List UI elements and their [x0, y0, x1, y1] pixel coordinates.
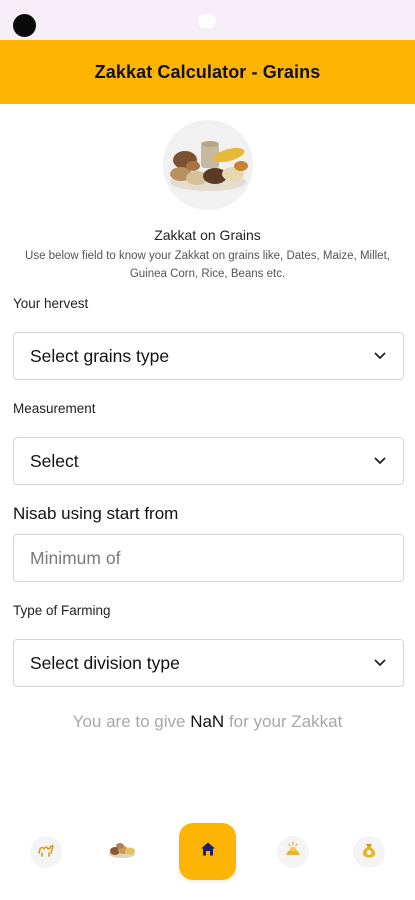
nisab-label: Nisab using start from — [13, 504, 179, 523]
status-bar — [0, 0, 415, 40]
nav-grains[interactable] — [106, 836, 138, 868]
measurement-value: Select — [30, 450, 79, 471]
measurement-select[interactable]: Select — [13, 437, 404, 485]
nav-gold[interactable] — [277, 836, 309, 868]
bottom-nav — [0, 820, 415, 886]
intro-description: Use below field to know your Zakkat on g… — [25, 250, 390, 280]
chevron-down-icon — [373, 454, 387, 468]
money-bag-icon — [359, 840, 379, 865]
grains-icon — [107, 840, 137, 865]
status-indicator — [198, 14, 216, 28]
page-title: Zakkat Calculator - Grains — [94, 61, 321, 82]
result-suffix: for your Zakkat — [228, 712, 343, 731]
grains-image — [163, 120, 253, 210]
intro-title: Zakkat on Grains — [154, 227, 261, 243]
camel-icon — [36, 840, 56, 865]
result-prefix: You are to give — [72, 712, 186, 731]
nisab-placeholder: Minimum of — [30, 547, 121, 568]
nav-money[interactable] — [353, 836, 385, 868]
grains-type-value: Select grains type — [30, 345, 170, 366]
farming-label: Type of Farming — [13, 603, 111, 618]
gold-icon — [283, 840, 303, 865]
farming-type-value: Select division type — [30, 652, 180, 673]
measurement-label: Measurement — [13, 401, 96, 416]
chevron-down-icon — [373, 349, 387, 363]
camera-cutout — [13, 14, 36, 37]
harvest-label: Your hervest — [13, 296, 89, 311]
grains-type-select[interactable]: Select grains type — [13, 332, 404, 380]
farming-type-select[interactable]: Select division type — [13, 639, 404, 687]
home-icon — [199, 840, 217, 863]
nav-home[interactable] — [179, 823, 236, 880]
result-amount: NaN — [190, 712, 225, 731]
app-bar: Zakkat Calculator - Grains — [0, 40, 415, 104]
chevron-down-icon — [373, 656, 387, 670]
zakkat-result: You are to give NaN for your Zakkat — [0, 712, 415, 732]
nav-livestock[interactable] — [30, 836, 62, 868]
nisab-input[interactable]: Minimum of — [13, 534, 404, 582]
